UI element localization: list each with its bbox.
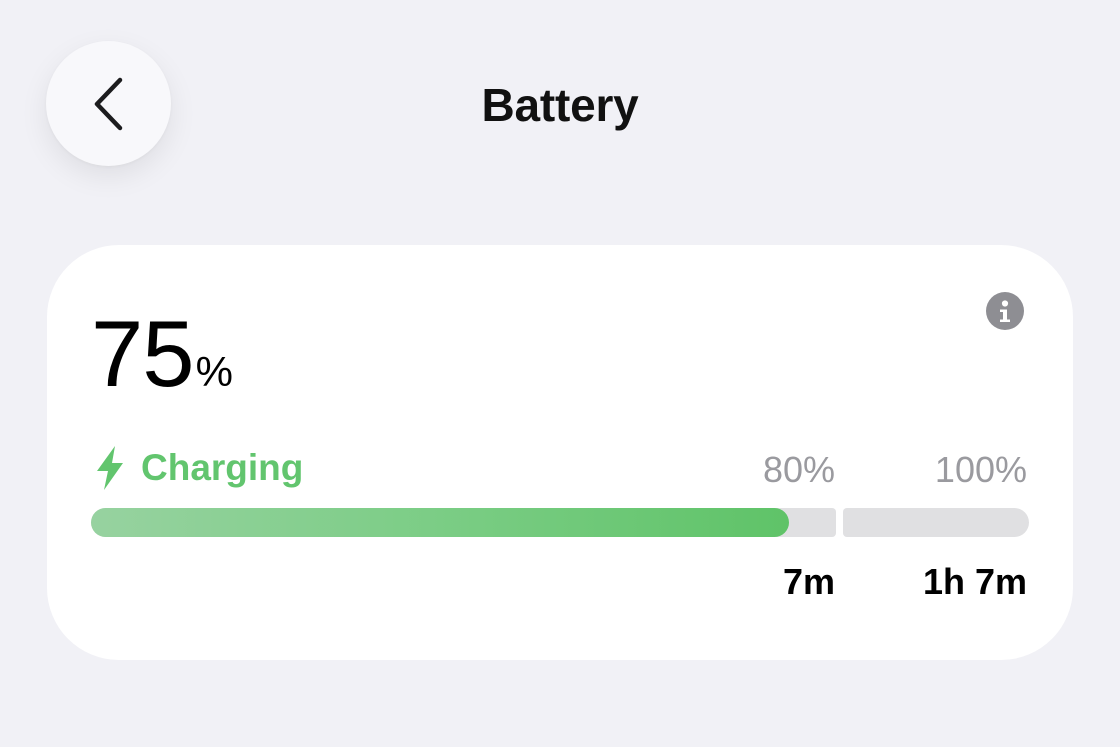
bolt-icon [97,446,123,490]
charge-level-fill [91,508,790,537]
time-to-100: 1h 7m [922,561,1027,602]
charging-label: Charging [141,447,304,488]
battery-level-value: 75 [91,301,195,406]
charge-track-to-100 [843,508,1029,537]
charging-status: Charging [93,445,303,491]
time-to-80: 7m [782,561,835,602]
page-title: Battery [481,79,639,131]
charge-track-to-80 [91,508,836,537]
battery-card: 75% Charging 80% 100% 7m 1h 7m [47,245,1073,660]
battery-level-unit: % [195,348,233,395]
info-button[interactable] [986,292,1024,330]
milestone-80-label: 80% [762,449,835,490]
info-icon [986,292,1024,330]
milestone-100-label: 100% [934,449,1027,490]
battery-screen: Battery 75% Charging 80% 100% 7m 1h 7m [0,0,1120,747]
battery-level: 75% [91,307,233,401]
